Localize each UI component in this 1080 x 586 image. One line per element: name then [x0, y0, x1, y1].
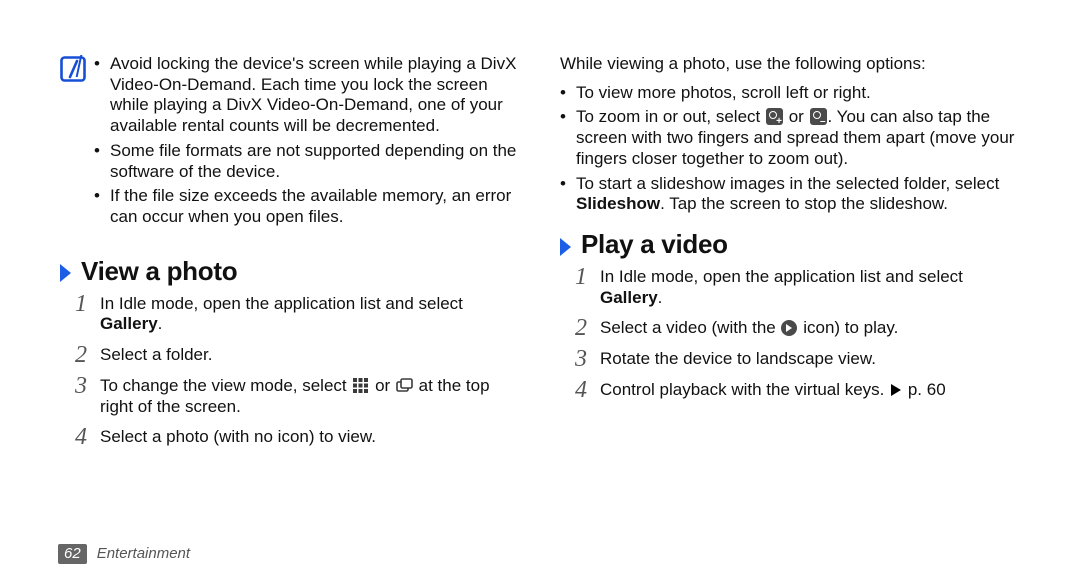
play-video-steps: 1 In Idle mode, open the application lis…	[570, 267, 1020, 401]
note-item: Some file formats are not supported depe…	[94, 141, 520, 182]
gallery-word: Gallery	[600, 288, 658, 307]
play-icon	[781, 320, 797, 336]
step-item: 4 Control playback with the virtual keys…	[570, 380, 1020, 401]
step-number: 2	[70, 341, 92, 370]
step-number: 3	[70, 372, 92, 401]
step-text: In Idle mode, open the application list …	[100, 294, 463, 313]
step-number: 2	[570, 314, 592, 343]
page: Avoid locking the device's screen while …	[0, 0, 1080, 586]
step-text: Rotate the device to landscape view.	[600, 349, 876, 368]
option-item: To start a slideshow images in the selec…	[560, 174, 1020, 215]
option-text: To start a slideshow images in the selec…	[576, 174, 999, 193]
step-text: or	[370, 376, 395, 395]
option-text: To zoom in or out, select	[576, 107, 765, 126]
zoom-out-icon	[810, 108, 827, 125]
note-body: Avoid locking the device's screen while …	[94, 54, 520, 232]
note-callout: Avoid locking the device's screen while …	[60, 54, 520, 232]
photo-options-list: To view more photos, scroll left or righ…	[560, 83, 1020, 215]
option-item: To zoom in or out, select or . You can a…	[560, 107, 1020, 169]
step-number: 4	[70, 423, 92, 452]
step-text: Select a photo (with no icon) to view.	[100, 427, 376, 446]
step-number: 4	[570, 376, 592, 405]
section-header-play-video: Play a video	[560, 229, 1020, 261]
step-number: 1	[570, 263, 592, 292]
chevron-right-icon	[560, 238, 571, 256]
grid-view-icon	[352, 377, 369, 394]
step-text: icon) to play.	[798, 318, 898, 337]
option-text: . Tap the screen to stop the slideshow.	[660, 194, 948, 213]
right-column: While viewing a photo, use the following…	[560, 54, 1020, 586]
section-header-view-photo: View a photo	[60, 256, 520, 288]
stack-view-icon	[396, 377, 413, 394]
step-text: .	[158, 314, 163, 333]
note-item: Avoid locking the device's screen while …	[94, 54, 520, 137]
gallery-word: Gallery	[100, 314, 158, 333]
footer-section-name: Entertainment	[97, 545, 190, 563]
intro-text: While viewing a photo, use the following…	[560, 54, 1020, 75]
note-list: Avoid locking the device's screen while …	[94, 54, 520, 228]
step-item: 4 Select a photo (with no icon) to view.	[70, 427, 520, 448]
step-item: 1 In Idle mode, open the application lis…	[70, 294, 520, 335]
page-footer: 62 Entertainment	[58, 544, 190, 564]
step-item: 2 Select a video (with the icon) to play…	[570, 318, 1020, 339]
step-text: .	[658, 288, 663, 307]
note-icon	[60, 56, 86, 82]
step-text: To change the view mode, select	[100, 376, 351, 395]
left-column: Avoid locking the device's screen while …	[60, 54, 520, 586]
step-text: Select a folder.	[100, 345, 212, 364]
step-item: 2 Select a folder.	[70, 345, 520, 366]
chevron-right-icon	[60, 264, 71, 282]
step-text: Control playback with the virtual keys.	[600, 380, 889, 399]
section-title: Play a video	[581, 229, 728, 261]
step-item: 1 In Idle mode, open the application lis…	[570, 267, 1020, 308]
section-title: View a photo	[81, 256, 237, 288]
step-item: 3 Rotate the device to landscape view.	[570, 349, 1020, 370]
zoom-in-icon	[766, 108, 783, 125]
triangle-right-icon	[891, 384, 901, 396]
step-item: 3 To change the view mode, select or	[70, 376, 520, 417]
option-item: To view more photos, scroll left or righ…	[560, 83, 1020, 104]
option-text: or	[784, 107, 809, 126]
step-number: 3	[570, 345, 592, 374]
step-text: p. 60	[903, 380, 946, 399]
page-number: 62	[58, 544, 87, 564]
step-text: In Idle mode, open the application list …	[600, 267, 963, 286]
step-number: 1	[70, 290, 92, 319]
view-photo-steps: 1 In Idle mode, open the application lis…	[70, 294, 520, 448]
step-text: Select a video (with the	[600, 318, 780, 337]
slideshow-word: Slideshow	[576, 194, 660, 213]
note-item: If the file size exceeds the available m…	[94, 186, 520, 227]
